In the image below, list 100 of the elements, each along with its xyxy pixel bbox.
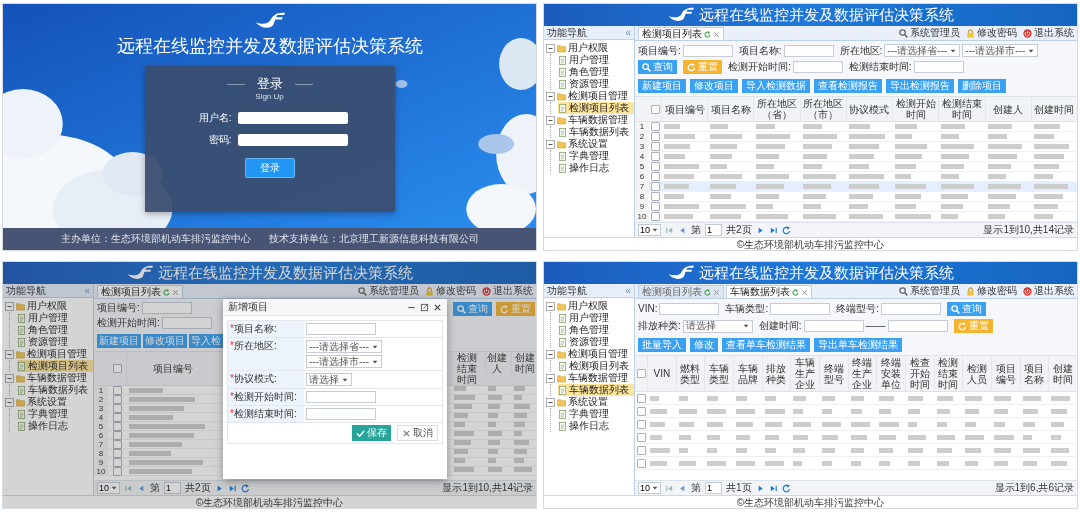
reload-icon[interactable] <box>781 225 791 235</box>
header-link[interactable]: 退出系统 <box>482 285 533 297</box>
checkbox[interactable] <box>112 395 122 404</box>
tree-item[interactable]: 字典管理 <box>558 150 634 162</box>
input-field[interactable] <box>803 320 864 332</box>
input-field[interactable] <box>141 302 192 314</box>
input-field[interactable] <box>682 44 733 57</box>
dropdown[interactable]: 请选择 <box>682 319 753 333</box>
tree-item[interactable]: 检测项目管理 <box>5 348 93 360</box>
first-page-icon[interactable] <box>124 483 133 493</box>
tree-item[interactable]: 用户管理 <box>17 312 93 324</box>
page-input[interactable]: 1 <box>164 482 181 494</box>
tree-item[interactable]: 检测项目列表 <box>558 102 634 114</box>
tree-item[interactable]: 用户管理 <box>558 312 634 324</box>
tree-item[interactable]: 字典管理 <box>17 408 93 420</box>
tree-item[interactable]: 系统设置 <box>546 396 634 408</box>
toggle-icon[interactable] <box>546 349 555 359</box>
table-row[interactable]: 1 <box>635 122 1077 132</box>
input-field[interactable] <box>237 112 348 124</box>
input-field[interactable] <box>881 303 941 315</box>
tree-item[interactable]: 角色管理 <box>558 66 634 78</box>
table-row[interactable] <box>635 444 1077 457</box>
checkbox[interactable] <box>650 122 660 131</box>
cancel-button[interactable]: 取消 <box>397 425 438 441</box>
input-field[interactable] <box>306 391 376 403</box>
page-size-dropdown[interactable]: 10 <box>638 482 661 494</box>
table-row[interactable] <box>635 431 1077 444</box>
checkbox[interactable] <box>650 212 660 221</box>
tree-item[interactable]: 车辆数据管理 <box>546 372 634 384</box>
tree-item[interactable]: 用户权限 <box>5 300 93 312</box>
header-link[interactable]: 修改密码 <box>966 285 1017 297</box>
checkbox[interactable] <box>636 406 646 416</box>
tree-item[interactable]: 操作日志 <box>558 162 634 174</box>
checkbox[interactable] <box>112 458 122 467</box>
last-page-icon[interactable] <box>768 225 778 235</box>
toggle-icon[interactable] <box>546 397 555 407</box>
last-page-icon[interactable] <box>227 483 237 493</box>
page-input[interactable]: 1 <box>705 482 722 494</box>
table-row[interactable] <box>635 457 1077 470</box>
table-row[interactable] <box>635 392 1077 405</box>
dropdown[interactable]: ---请选择市--- <box>962 44 1039 57</box>
reload-icon[interactable] <box>781 483 791 493</box>
toggle-icon[interactable] <box>546 301 555 311</box>
dropdown[interactable]: ---请选择市--- <box>306 355 382 368</box>
tree-item[interactable]: 检测项目管理 <box>546 348 634 360</box>
checkbox[interactable] <box>650 152 660 161</box>
table-row[interactable]: 5 <box>635 162 1077 172</box>
input-field[interactable] <box>659 303 720 315</box>
tree-item[interactable]: 车辆数据列表 <box>17 384 93 396</box>
checkbox[interactable] <box>112 440 122 449</box>
toggle-icon[interactable] <box>546 139 555 149</box>
tab[interactable]: 检测项目列表 <box>638 27 724 40</box>
dropdown[interactable]: 请选择 <box>306 373 352 386</box>
tab[interactable]: 检测项目列表 <box>638 285 724 298</box>
first-page-icon[interactable] <box>665 483 674 493</box>
input-field[interactable] <box>792 61 843 73</box>
page-size-dropdown[interactable]: 10 <box>97 482 120 494</box>
input-field[interactable] <box>161 317 212 329</box>
header-link[interactable]: 退出系统 <box>1023 27 1074 39</box>
previous-page-icon[interactable] <box>678 483 687 493</box>
tree-item[interactable]: 车辆数据管理 <box>546 114 634 126</box>
tree-item[interactable]: 车辆数据管理 <box>5 372 93 384</box>
maximize-icon[interactable] <box>420 302 429 312</box>
checkbox[interactable] <box>636 393 646 403</box>
close-icon[interactable] <box>433 302 442 312</box>
toggle-icon[interactable] <box>5 301 14 311</box>
toggle-icon[interactable] <box>546 91 555 101</box>
checkbox[interactable] <box>112 364 122 373</box>
header-link[interactable]: 退出系统 <box>1023 285 1074 297</box>
input-field[interactable] <box>770 303 831 315</box>
checkbox[interactable] <box>650 172 660 181</box>
checkbox[interactable] <box>650 132 660 141</box>
checkbox[interactable] <box>112 413 122 422</box>
input-field[interactable] <box>783 44 834 57</box>
table-row[interactable]: 2 <box>635 132 1077 142</box>
table-row[interactable]: 4 <box>635 152 1077 162</box>
checkbox[interactable] <box>112 386 122 395</box>
checkbox[interactable] <box>112 449 122 458</box>
table-row[interactable]: 6 <box>635 172 1077 182</box>
tree-item[interactable]: 操作日志 <box>17 420 93 432</box>
tab[interactable]: 车辆数据列表 <box>726 285 812 298</box>
dropdown[interactable]: ---请选择省--- <box>884 44 961 57</box>
checkbox[interactable] <box>112 431 122 440</box>
checkbox[interactable] <box>112 467 122 476</box>
checkbox[interactable] <box>650 162 660 171</box>
header-link[interactable]: 系统管理员 <box>899 285 960 297</box>
input-field[interactable] <box>913 61 964 73</box>
toggle-icon[interactable] <box>546 43 555 53</box>
reload-icon[interactable] <box>240 483 250 493</box>
checkbox[interactable] <box>650 192 660 201</box>
checkbox[interactable] <box>636 419 646 429</box>
header-link[interactable]: 系统管理员 <box>899 27 960 39</box>
tree-item[interactable]: 检测项目列表 <box>17 360 93 372</box>
input-field[interactable] <box>237 134 348 146</box>
header-link[interactable]: 修改密码 <box>966 27 1017 39</box>
last-page-icon[interactable] <box>768 483 778 493</box>
tree-item[interactable]: 用户权限 <box>546 300 634 312</box>
toggle-icon[interactable] <box>546 115 555 125</box>
toggle-icon[interactable] <box>546 373 555 383</box>
checkbox[interactable] <box>650 182 660 191</box>
